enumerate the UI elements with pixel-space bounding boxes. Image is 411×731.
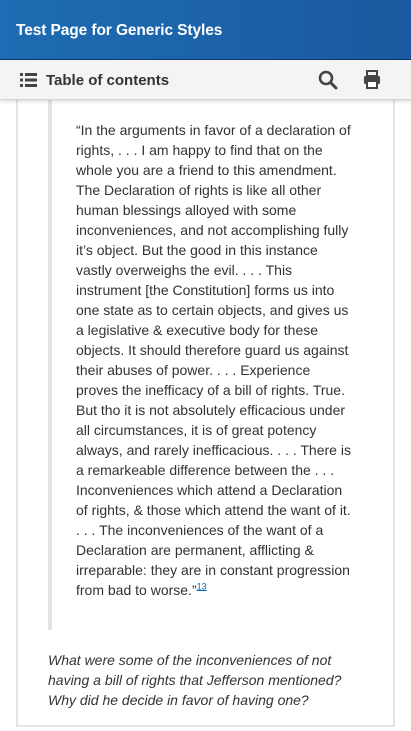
print-icon <box>364 70 380 89</box>
footnote-link[interactable]: 13 <box>197 581 207 591</box>
print-button[interactable] <box>360 68 384 92</box>
table-of-contents-button[interactable]: Table of contents <box>0 60 290 100</box>
toolbar: Table of contents <box>0 60 411 100</box>
search-button[interactable] <box>316 68 340 92</box>
page-title: Test Page for Generic Styles <box>16 22 223 39</box>
search-icon <box>318 70 338 90</box>
quote-body: “In the arguments in favor of a declarat… <box>76 122 351 598</box>
discussion-question: What were some of the inconveniences of … <box>48 652 342 708</box>
header-bar: Test Page for Generic Styles <box>0 0 411 60</box>
list-icon <box>20 73 37 87</box>
blockquote: “In the arguments in favor of a declarat… <box>48 100 367 630</box>
content-panel: “In the arguments in favor of a declarat… <box>16 100 395 727</box>
quote-text: “In the arguments in favor of a declarat… <box>76 120 351 600</box>
table-of-contents-label: Table of contents <box>46 72 170 89</box>
